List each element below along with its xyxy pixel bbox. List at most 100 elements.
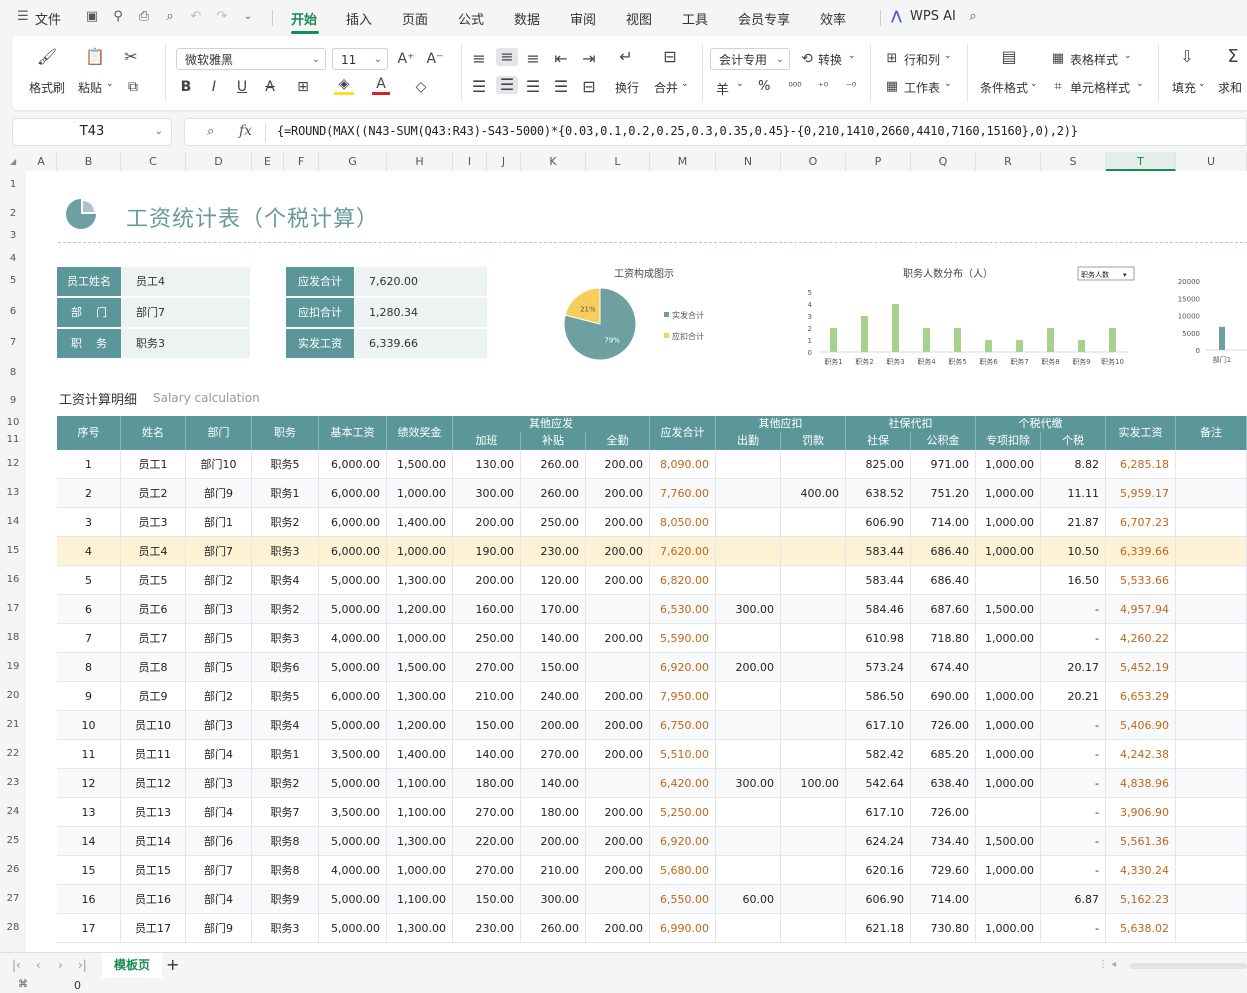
table-cell[interactable]: 3,500.00: [319, 740, 387, 769]
table-cell[interactable]: 1,000.00: [976, 914, 1041, 943]
table-cell[interactable]: 1: [57, 450, 121, 479]
row-header[interactable]: 1: [0, 179, 26, 190]
table-cell[interactable]: 1,000.00: [976, 711, 1041, 740]
table-cell[interactable]: 1,300.00: [387, 827, 453, 856]
table-cell[interactable]: 部门5: [186, 653, 252, 682]
table-cell[interactable]: [781, 508, 846, 537]
row-header[interactable]: 15: [0, 545, 26, 556]
table-cell[interactable]: 180.00: [521, 798, 586, 827]
bar[interactable]: [1047, 328, 1054, 352]
decrease-decimal-icon[interactable]: ⁻⁰: [842, 78, 860, 96]
row-header[interactable]: 24: [0, 806, 26, 817]
table-cell[interactable]: 230.00: [453, 914, 521, 943]
prev-sheet-icon[interactable]: ‹: [36, 958, 41, 972]
fill-icon[interactable]: ⇩: [1176, 48, 1198, 66]
table-cell[interactable]: [716, 450, 781, 479]
table-cell[interactable]: 200.00: [586, 537, 650, 566]
table-cell[interactable]: 部门3: [186, 711, 252, 740]
table-cell[interactable]: 726.00: [911, 798, 976, 827]
table-cell[interactable]: 573.24: [846, 653, 911, 682]
table-cell[interactable]: -: [1041, 595, 1106, 624]
table-cell[interactable]: 200.00: [453, 566, 521, 595]
table-cell[interactable]: 1,000.00: [976, 479, 1041, 508]
table-cell[interactable]: [781, 566, 846, 595]
table-cell[interactable]: 714.00: [911, 885, 976, 914]
table-cell[interactable]: 1,100.00: [387, 798, 453, 827]
column-header[interactable]: B: [57, 152, 121, 171]
column-header[interactable]: K: [521, 152, 586, 171]
table-cell[interactable]: [1176, 798, 1247, 827]
table-cell[interactable]: 1,500.00: [387, 653, 453, 682]
row-header[interactable]: 11: [0, 434, 26, 445]
table-cell[interactable]: 部门9: [186, 914, 252, 943]
table-cell[interactable]: -: [1041, 798, 1106, 827]
share-icon[interactable]: ⚲: [110, 9, 126, 25]
table-cell[interactable]: 5,452.19: [1106, 653, 1176, 682]
currency-format-button[interactable]: 羊: [716, 79, 729, 98]
row-header[interactable]: 19: [0, 661, 26, 672]
align-middle-icon[interactable]: ≡: [496, 48, 518, 66]
cell-style-button[interactable]: 单元格样式: [1070, 79, 1130, 96]
table-cell[interactable]: 10.50: [1041, 537, 1106, 566]
table-cell[interactable]: 617.10: [846, 798, 911, 827]
table-cell[interactable]: 582.42: [846, 740, 911, 769]
table-cell[interactable]: 260.00: [521, 914, 586, 943]
table-cell[interactable]: 825.00: [846, 450, 911, 479]
column-header[interactable]: S: [1041, 152, 1106, 171]
row-header[interactable]: 8: [0, 367, 26, 378]
row-header[interactable]: 14: [0, 516, 26, 527]
paste-icon[interactable]: 📋: [84, 48, 106, 66]
table-cell[interactable]: [781, 914, 846, 943]
table-cell[interactable]: 210.00: [521, 856, 586, 885]
table-cell[interactable]: 1,000.00: [976, 537, 1041, 566]
table-cell[interactable]: 1,000.00: [387, 624, 453, 653]
sum-button[interactable]: 求和: [1218, 79, 1242, 96]
table-cell[interactable]: 638.40: [911, 769, 976, 798]
table-cell[interactable]: 5,000.00: [319, 885, 387, 914]
table-cell[interactable]: -: [1041, 740, 1106, 769]
table-cell[interactable]: 员工14: [121, 827, 186, 856]
table-cell[interactable]: 6,990.00: [650, 914, 716, 943]
table-cell[interactable]: 5,000.00: [319, 653, 387, 682]
table-cell[interactable]: 员工5: [121, 566, 186, 595]
rows-cols-icon[interactable]: ⊞: [883, 50, 901, 68]
conditional-format-dropdown-icon[interactable]: ⌄: [1030, 79, 1038, 89]
table-cell[interactable]: 6,750.00: [650, 711, 716, 740]
table-cell[interactable]: 8,050.00: [650, 508, 716, 537]
table-cell[interactable]: 2: [57, 479, 121, 508]
print-icon[interactable]: ⎙: [136, 9, 152, 25]
table-cell[interactable]: 员工13: [121, 798, 186, 827]
row-header[interactable]: 16: [0, 574, 26, 585]
column-header[interactable]: E: [252, 152, 284, 171]
table-cell[interactable]: 员工17: [121, 914, 186, 943]
worksheet-dropdown-icon[interactable]: ⌄: [944, 79, 952, 89]
increase-decimal-icon[interactable]: ⁺⁰: [814, 78, 832, 96]
table-cell[interactable]: 7,620.00: [650, 537, 716, 566]
table-cell[interactable]: 6,000.00: [319, 450, 387, 479]
table-cell[interactable]: [1176, 682, 1247, 711]
table-cell[interactable]: 6,653.29: [1106, 682, 1176, 711]
search-icon[interactable]: ⌕: [965, 9, 981, 25]
worksheet-icon[interactable]: ▦: [883, 78, 901, 96]
table-cell[interactable]: 1,500.00: [976, 827, 1041, 856]
table-cell[interactable]: 部门4: [186, 798, 252, 827]
table-cell[interactable]: [976, 885, 1041, 914]
table-cell[interactable]: 200.00: [586, 914, 650, 943]
bar[interactable]: [985, 340, 992, 352]
table-cell[interactable]: 606.90: [846, 508, 911, 537]
table-cell[interactable]: 620.16: [846, 856, 911, 885]
table-style-button[interactable]: 表格样式: [1070, 51, 1118, 68]
row-header[interactable]: 3: [0, 230, 26, 241]
table-cell[interactable]: 8,090.00: [650, 450, 716, 479]
strikethrough-icon[interactable]: A: [262, 78, 278, 96]
table-cell[interactable]: 1,000.00: [976, 624, 1041, 653]
table-cell[interactable]: 员工8: [121, 653, 186, 682]
table-cell[interactable]: 4,000.00: [319, 624, 387, 653]
font-color-icon[interactable]: A: [372, 76, 390, 95]
copy-icon[interactable]: ⧉: [122, 78, 144, 96]
column-header[interactable]: U: [1176, 152, 1247, 171]
table-cell[interactable]: [1176, 856, 1247, 885]
row-header[interactable]: 7: [0, 337, 26, 348]
table-cell[interactable]: 617.10: [846, 711, 911, 740]
increase-indent-icon[interactable]: ⇥: [580, 50, 598, 68]
